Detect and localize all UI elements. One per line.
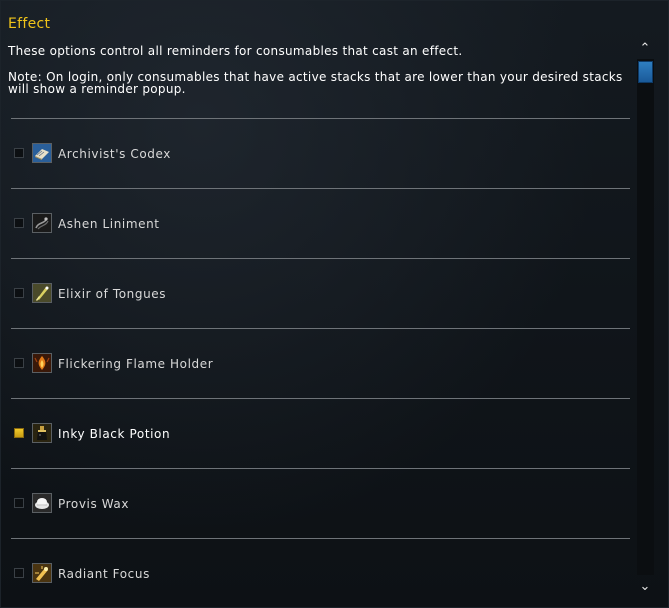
list-item: Ashen Liniment	[11, 189, 630, 258]
scroll-track[interactable]	[637, 59, 654, 575]
item-label[interactable]: Radiant Focus	[58, 567, 150, 581]
scroll-up-button[interactable]: ⌃	[637, 41, 653, 57]
list-item: Archivist's Codex	[11, 119, 630, 188]
item-label[interactable]: Archivist's Codex	[58, 147, 171, 161]
list-item: Inky Black Potion	[11, 399, 630, 468]
section-note: Note: On login, only consumables that ha…	[8, 70, 623, 96]
item-label[interactable]: Flickering Flame Holder	[58, 357, 213, 371]
consumable-list: Archivist's Codex Ashen Liniment Elixir …	[11, 118, 630, 608]
list-item: Provis Wax	[11, 469, 630, 538]
wax-icon	[32, 493, 52, 513]
checkbox[interactable]	[14, 498, 24, 508]
checkbox[interactable]	[14, 358, 24, 368]
potion-icon	[32, 423, 52, 443]
checkbox[interactable]	[14, 428, 24, 438]
section-title: Effect	[8, 16, 51, 32]
list-item: Flickering Flame Holder	[11, 329, 630, 398]
list-item: Radiant Focus	[11, 539, 630, 608]
consumables-effect-panel: Effect These options control all reminde…	[0, 0, 669, 608]
checkbox[interactable]	[14, 288, 24, 298]
book-icon	[32, 143, 52, 163]
item-label[interactable]: Ashen Liniment	[58, 217, 160, 231]
checkbox[interactable]	[14, 148, 24, 158]
flame-icon	[32, 353, 52, 373]
scroll-thumb[interactable]	[638, 61, 653, 83]
list-item: Elixir of Tongues	[11, 259, 630, 328]
elixir-icon	[32, 283, 52, 303]
checkbox[interactable]	[14, 218, 24, 228]
item-label[interactable]: Inky Black Potion	[58, 427, 170, 441]
focus-icon	[32, 563, 52, 583]
item-label[interactable]: Provis Wax	[58, 497, 129, 511]
checkbox[interactable]	[14, 568, 24, 578]
section-description: These options control all reminders for …	[8, 44, 463, 58]
scroll-down-button[interactable]: ⌄	[637, 579, 653, 595]
liniment-icon	[32, 213, 52, 233]
item-label[interactable]: Elixir of Tongues	[58, 287, 166, 301]
scrollbar[interactable]: ⌃ ⌄	[634, 41, 656, 601]
